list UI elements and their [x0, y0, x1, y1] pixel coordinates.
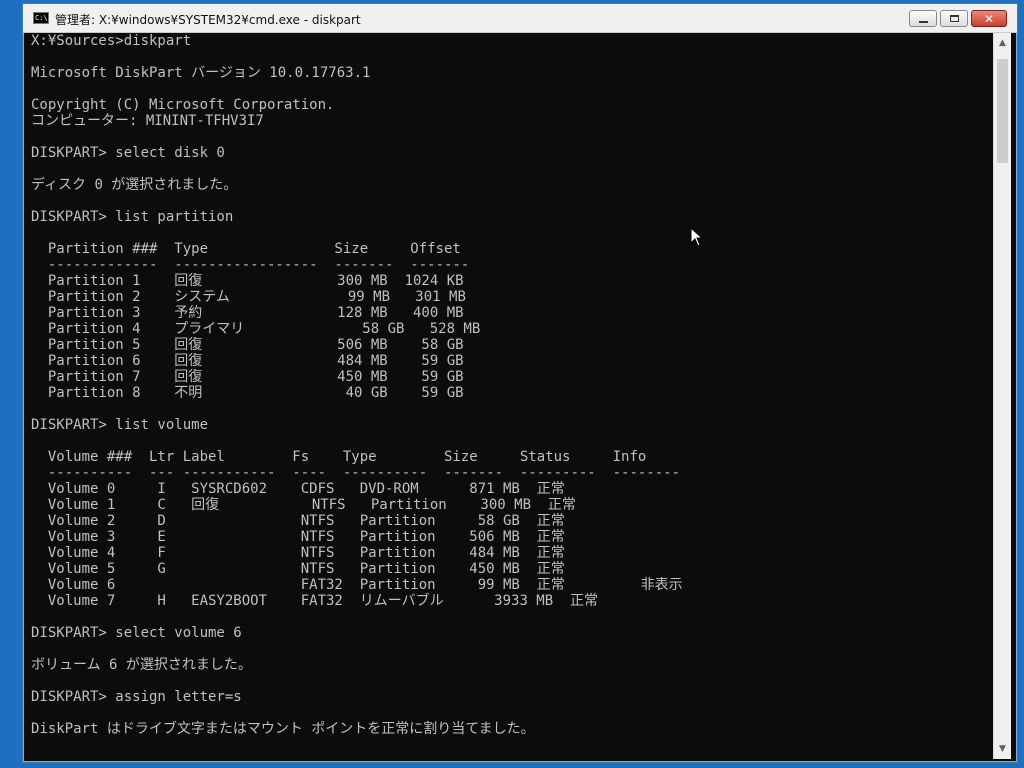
console-line — [31, 609, 993, 625]
console-line: ------------- ----------------- ------- … — [31, 257, 470, 273]
console-line: Volume 5 G NTFS Partition 450 MB 正常 — [31, 561, 565, 577]
minimize-button[interactable] — [909, 10, 937, 27]
console-line: コンピューター: MININT-TFHV3I7 — [31, 113, 264, 129]
console-line: DISKPART> select volume 6 — [31, 625, 242, 641]
window-title: 管理者: X:¥windows¥SYSTEM32¥cmd.exe - diskp… — [55, 13, 361, 27]
console-line: ボリューム 6 が選択されました。 — [31, 657, 252, 673]
console-line: Partition ### Type Size Offset — [31, 241, 461, 257]
console-line — [31, 401, 993, 417]
console-line: DISKPART> list partition — [31, 209, 234, 225]
console-line — [31, 129, 993, 145]
console-line — [31, 705, 993, 721]
console-line — [31, 225, 993, 241]
cmd-window: C:\. 管理者: X:¥windows¥SYSTEM32¥cmd.exe - … — [22, 3, 1018, 763]
console-line: Partition 4 プライマリ 58 GB 528 MB — [31, 321, 481, 337]
console-line: Volume 7 H EASY2BOOT FAT32 リムーバブル 3933 M… — [31, 593, 599, 609]
cmd-app-icon[interactable]: C:\. — [33, 12, 52, 24]
console-line: Volume 3 E NTFS Partition 506 MB 正常 — [31, 529, 565, 545]
console-line: Partition 1 回復 300 MB 1024 KB — [31, 273, 464, 289]
console-line: X:¥Sources>diskpart — [31, 33, 192, 49]
console-line: Partition 7 回復 450 MB 59 GB — [31, 369, 464, 385]
console-line — [31, 641, 993, 657]
console-line: Partition 2 システム 99 MB 301 MB — [31, 289, 466, 305]
console-line: Copyright (C) Microsoft Corporation. — [31, 97, 335, 113]
console-line — [31, 673, 993, 689]
minimize-icon — [918, 20, 928, 23]
vertical-scrollbar[interactable]: ▲ ▼ — [993, 33, 1011, 759]
console-line: DISKPART> assign letter=s — [31, 689, 242, 705]
console-line: DiskPart はドライブ文字またはマウント ポイントを正常に割り当てました。 — [31, 721, 535, 737]
console-line: Partition 8 不明 40 GB 59 GB — [31, 385, 464, 401]
console-line — [31, 49, 993, 65]
title-bar[interactable]: C:\. 管理者: X:¥windows¥SYSTEM32¥cmd.exe - … — [23, 4, 1017, 33]
console-line: Volume 1 C 回復 NTFS Partition 300 MB 正常 — [31, 497, 576, 513]
console-line: Volume ### Ltr Label Fs Type Size Status… — [31, 449, 647, 465]
console-line: Partition 5 回復 506 MB 58 GB — [31, 337, 464, 353]
console-line: DISKPART> list volume — [31, 417, 209, 433]
close-button[interactable]: ✕ — [971, 10, 1007, 27]
console-line: Volume 2 D NTFS Partition 58 GB 正常 — [31, 513, 565, 529]
console-output[interactable]: X:¥Sources>diskpart Microsoft DiskPart バ… — [31, 33, 993, 759]
console-line: Volume 4 F NTFS Partition 484 MB 正常 — [31, 545, 565, 561]
console-line: Microsoft DiskPart バージョン 10.0.17763.1 — [31, 65, 371, 81]
console-line: DISKPART> select disk 0 — [31, 145, 225, 161]
console-line — [31, 193, 993, 209]
console-line — [31, 433, 993, 449]
console-line: ディスク 0 が選択されました。 — [31, 177, 238, 193]
console-line: Volume 6 FAT32 Partition 99 MB 正常 非表示 — [31, 577, 683, 593]
console-line: ---------- --- ----------- ---- --------… — [31, 465, 681, 481]
console-line — [31, 161, 993, 177]
mouse-pointer-icon — [690, 227, 704, 247]
console-line: Partition 6 回復 484 MB 59 GB — [31, 353, 464, 369]
scrollbar-thumb[interactable] — [997, 59, 1008, 163]
console-line — [31, 81, 993, 97]
maximize-icon — [949, 15, 959, 22]
console-line: Volume 0 I SYSRCD602 CDFS DVD-ROM 871 MB… — [31, 481, 565, 497]
close-icon: ✕ — [983, 11, 995, 26]
scroll-up-icon[interactable]: ▲ — [994, 35, 1011, 51]
maximize-button[interactable] — [940, 10, 968, 27]
console-line: Partition 3 予約 128 MB 400 MB — [31, 305, 464, 321]
scroll-down-icon[interactable]: ▼ — [994, 741, 1011, 757]
